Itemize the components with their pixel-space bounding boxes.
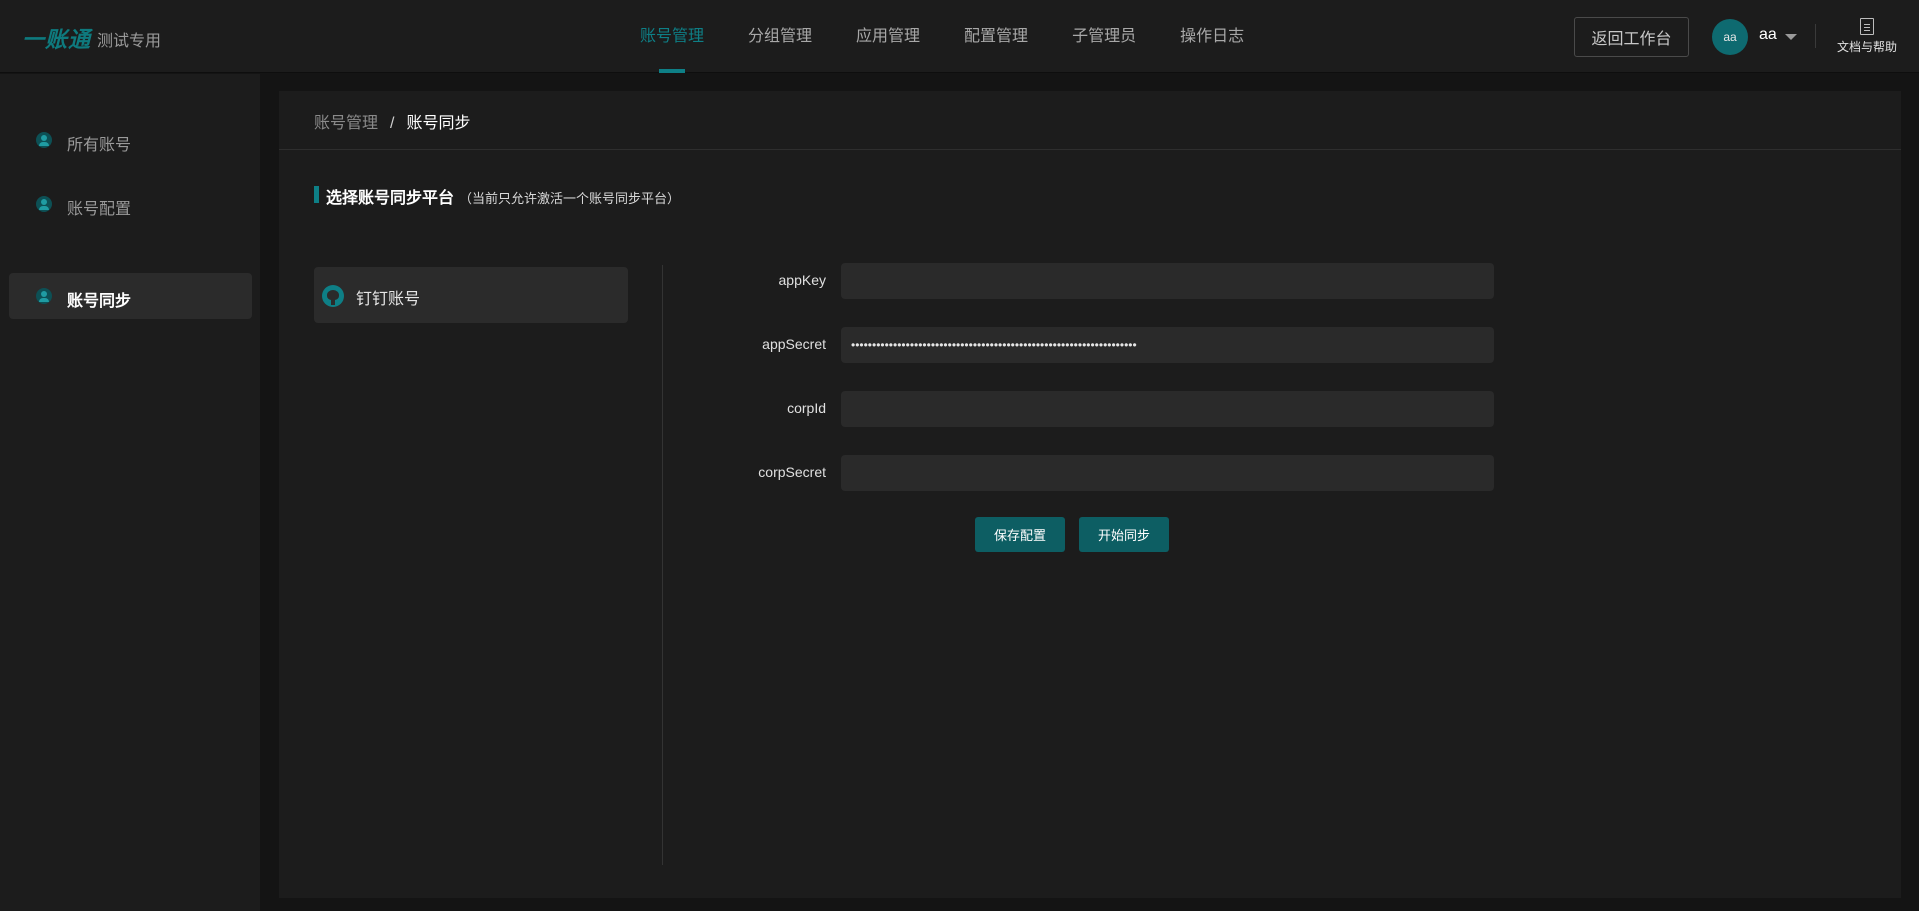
document-icon[interactable] (1860, 18, 1874, 35)
return-workbench-button[interactable]: 返回工作台 (1574, 17, 1689, 57)
sidebar-item-all-accounts[interactable]: 所有账号 (9, 117, 252, 163)
help-label[interactable]: 文档与帮助 (1832, 38, 1902, 55)
platform-label: 钉钉账号 (356, 291, 421, 308)
breadcrumb-parent[interactable]: 账号管理 (314, 115, 378, 132)
nav-group-management[interactable]: 分组管理 (748, 0, 812, 73)
column-divider (662, 265, 663, 865)
form-row-corp-id: corpId (679, 391, 1494, 427)
environment-label: 测试专用 (97, 33, 162, 50)
username[interactable]: aa (1759, 26, 1777, 44)
form-row-app-key: appKey (679, 263, 1494, 299)
sidebar: 所有账号 账号配置 账号同步 (0, 74, 260, 911)
nav-app-management[interactable]: 应用管理 (856, 0, 920, 73)
save-config-button[interactable]: 保存配置 (975, 517, 1065, 552)
main-panel: 账号管理 / 账号同步 选择账号同步平台 （当前只允许激活一个账号同步平台） 钉钉账号… (279, 91, 1901, 898)
platform-dingtalk[interactable]: 钉钉账号 (314, 267, 628, 323)
nav-operation-log[interactable]: 操作日志 (1180, 0, 1244, 73)
app-secret-input[interactable] (841, 327, 1494, 363)
corp-secret-input[interactable] (841, 455, 1494, 491)
app-key-input[interactable] (841, 263, 1494, 299)
nav-account-management[interactable]: 账号管理 (640, 0, 704, 73)
sync-icon (36, 288, 52, 304)
user-settings-icon (36, 196, 52, 212)
main-nav: 账号管理 分组管理 应用管理 配置管理 子管理员 操作日志 (640, 0, 1288, 73)
header-divider-line (279, 149, 1901, 150)
sidebar-item-account-sync[interactable]: 账号同步 (9, 273, 252, 319)
nav-sub-admins[interactable]: 子管理员 (1072, 0, 1136, 73)
top-bar: 一账通 测试专用 账号管理 分组管理 应用管理 配置管理 子管理员 操作日志 返… (0, 0, 1919, 73)
section-note: （当前只允许激活一个账号同步平台） (459, 191, 681, 206)
breadcrumb: 账号管理 / 账号同步 (314, 109, 470, 133)
form-row-corp-secret: corpSecret (679, 455, 1494, 491)
sidebar-item-label: 所有账号 (67, 137, 132, 154)
github-icon (322, 285, 344, 307)
avatar[interactable]: aa (1712, 19, 1748, 55)
sidebar-item-account-config[interactable]: 账号配置 (9, 181, 252, 227)
breadcrumb-separator: / (390, 115, 395, 132)
app-logo[interactable]: 一账通 (22, 22, 91, 54)
user-icon (36, 132, 52, 148)
section-title: 选择账号同步平台 （当前只允许激活一个账号同步平台） (314, 184, 680, 208)
form-row-app-secret: appSecret (679, 327, 1494, 363)
corp-secret-label: corpSecret (758, 464, 826, 480)
section-title-text: 选择账号同步平台 (326, 190, 455, 207)
help-link[interactable]: 文档与帮助 (1832, 18, 1902, 55)
sidebar-item-label: 账号配置 (67, 201, 132, 218)
sidebar-item-label: 账号同步 (67, 293, 132, 310)
header-divider (1815, 24, 1816, 48)
app-key-label: appKey (778, 272, 826, 288)
corp-id-input[interactable] (841, 391, 1494, 427)
chevron-down-icon[interactable] (1785, 34, 1797, 40)
corp-id-label: corpId (787, 400, 826, 416)
breadcrumb-current: 账号同步 (406, 115, 471, 132)
nav-config-management[interactable]: 配置管理 (964, 0, 1028, 73)
app-secret-label: appSecret (762, 336, 826, 352)
start-sync-button[interactable]: 开始同步 (1079, 517, 1169, 552)
